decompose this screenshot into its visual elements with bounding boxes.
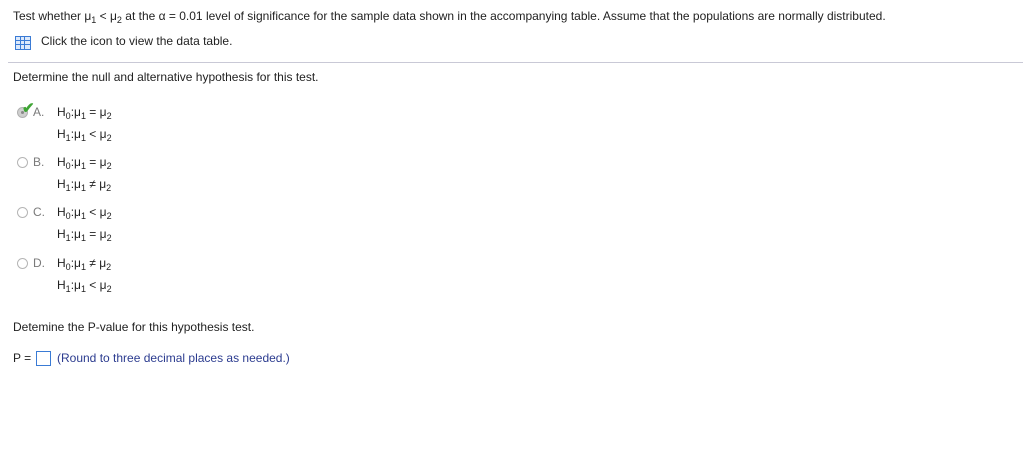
rounding-hint: (Round to three decimal places as needed… bbox=[57, 351, 290, 365]
option-d-h0: H0:μ1 ≠ μ2 bbox=[57, 256, 112, 272]
p-value-input[interactable] bbox=[36, 351, 51, 366]
option-c-h1: H1:μ1 = μ2 bbox=[57, 227, 112, 243]
option-c-h0: H0:μ1 < μ2 bbox=[57, 205, 112, 221]
option-a-h0: H0:μ1 = μ2 bbox=[57, 105, 112, 121]
option-d-h1: H1:μ1 < μ2 bbox=[57, 278, 112, 294]
option-d-radio[interactable] bbox=[17, 258, 28, 269]
option-c-radio[interactable] bbox=[17, 207, 28, 218]
option-b-letter: B. bbox=[33, 155, 45, 169]
table-icon[interactable] bbox=[15, 36, 31, 50]
p-value-prompt: Detemine the P-value for this hypothesis… bbox=[13, 320, 255, 334]
p-label: P = bbox=[13, 351, 32, 365]
option-a-letter: A. bbox=[33, 105, 45, 119]
option-b-radio[interactable] bbox=[17, 157, 28, 168]
option-d-letter: D. bbox=[33, 256, 45, 270]
data-table-link-text: Click the icon to view the data table. bbox=[41, 34, 233, 48]
option-c-letter: C. bbox=[33, 205, 45, 219]
option-b-h1: H1:μ1 ≠ μ2 bbox=[57, 177, 112, 193]
question-text: Test whether μ1 < μ2 at the α = 0.01 lev… bbox=[13, 9, 886, 25]
option-b-h0: H0:μ1 = μ2 bbox=[57, 155, 112, 171]
divider bbox=[8, 62, 1023, 63]
option-a-h1: H1:μ1 < μ2 bbox=[57, 127, 112, 143]
hypothesis-prompt: Determine the null and alternative hypot… bbox=[13, 70, 319, 84]
